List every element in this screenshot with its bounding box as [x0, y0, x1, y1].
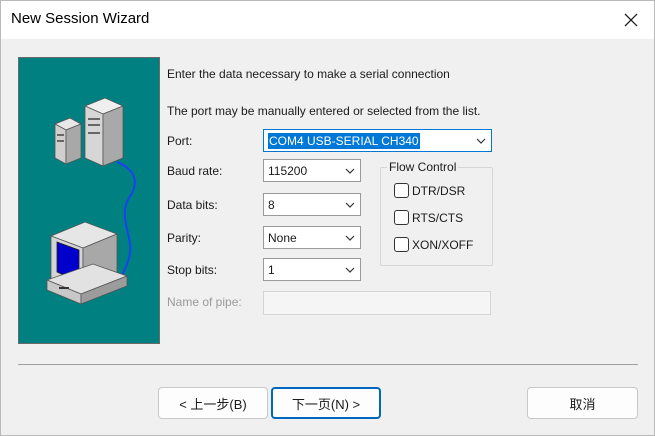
- xon-xoff-label: XON/XOFF: [412, 238, 474, 252]
- baud-rate-combobox[interactable]: 115200: [263, 159, 361, 182]
- title-bar: New Session Wizard: [1, 1, 654, 39]
- chevron-down-icon: [476, 138, 486, 144]
- dtr-dsr-label: DTR/DSR: [412, 184, 466, 198]
- close-button[interactable]: [608, 1, 654, 39]
- chevron-down-icon: [345, 235, 355, 241]
- flow-control-label: Flow Control: [387, 160, 459, 174]
- data-bits-value: 8: [268, 197, 275, 212]
- close-icon: [624, 13, 638, 27]
- name-of-pipe-label: Name of pipe:: [167, 295, 242, 309]
- rts-cts-checkbox[interactable]: [394, 210, 409, 225]
- servers-computer-illustration: [45, 97, 136, 305]
- instruction-line-2: The port may be manually entered or sele…: [167, 104, 481, 118]
- parity-label: Parity:: [167, 231, 202, 245]
- stop-bits-label: Stop bits:: [167, 263, 218, 277]
- window-title: New Session Wizard: [11, 10, 150, 27]
- wizard-illustration: [18, 57, 160, 344]
- back-button-label: < 上一步(B): [179, 396, 247, 412]
- chevron-down-icon: [345, 267, 355, 273]
- instruction-line-1: Enter the data necessary to make a seria…: [167, 67, 450, 81]
- stop-bits-value: 1: [268, 262, 275, 277]
- footer-divider: [18, 364, 638, 365]
- data-bits-label: Data bits:: [167, 198, 218, 212]
- wizard-window: New Session Wizard Enter the data necess…: [0, 0, 655, 436]
- port-label: Port:: [167, 134, 193, 148]
- chevron-down-icon: [345, 202, 355, 208]
- name-of-pipe-field[interactable]: [263, 291, 491, 315]
- parity-combobox[interactable]: None: [263, 226, 361, 249]
- next-button[interactable]: 下一页(N) >: [271, 387, 381, 419]
- parity-value: None: [268, 230, 297, 245]
- baud-rate-value: 115200: [268, 163, 308, 178]
- xon-xoff-checkbox[interactable]: [394, 237, 409, 252]
- stop-bits-combobox[interactable]: 1: [263, 258, 361, 281]
- cancel-button-label: 取消: [569, 396, 596, 412]
- next-button-label: 下一页(N) >: [291, 396, 361, 412]
- rts-cts-label: RTS/CTS: [412, 211, 464, 225]
- data-bits-combobox[interactable]: 8: [263, 193, 361, 216]
- port-combobox[interactable]: COM4 USB-SERIAL CH340: [263, 129, 492, 152]
- port-value: COM4 USB-SERIAL CH340: [268, 132, 420, 149]
- chevron-down-icon: [345, 168, 355, 174]
- dtr-dsr-checkbox[interactable]: [394, 183, 409, 198]
- back-button[interactable]: < 上一步(B): [158, 387, 268, 419]
- cancel-button[interactable]: 取消: [527, 387, 638, 419]
- baud-rate-label: Baud rate:: [167, 164, 223, 178]
